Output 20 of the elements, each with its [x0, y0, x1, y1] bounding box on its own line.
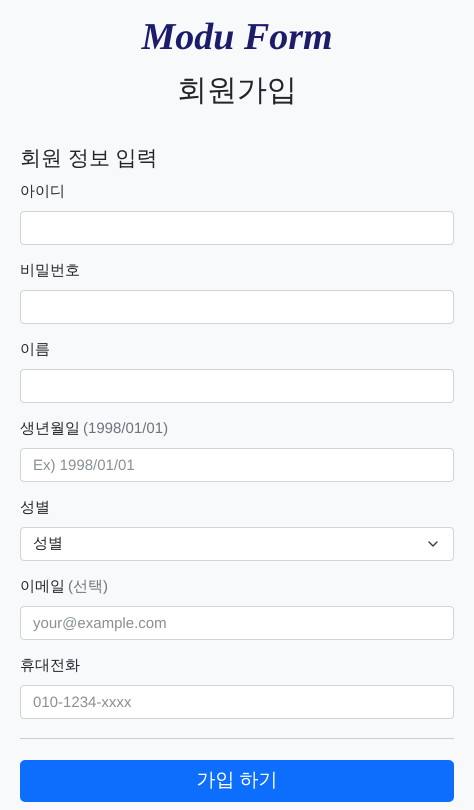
field-hint: (선택): [68, 577, 108, 597]
field-label: 이메일: [20, 577, 65, 597]
submit-button[interactable]: 가입 하기: [20, 760, 454, 802]
page-title: 회원가입: [177, 73, 297, 109]
field-label: 이름: [20, 340, 50, 360]
field-label: 비밀번호: [20, 261, 80, 281]
select-dropdown[interactable]: 성별: [20, 527, 454, 561]
section-title: 회원 정보 입력: [20, 146, 159, 172]
input-field[interactable]: your@example.com: [20, 606, 454, 640]
field-label: 아이디: [20, 182, 65, 202]
input-field[interactable]: [20, 211, 454, 245]
field-label: 휴대전화: [20, 656, 80, 676]
input-field[interactable]: [20, 290, 454, 324]
input-field[interactable]: [20, 369, 454, 403]
field-hint: (1998/01/01): [83, 419, 168, 439]
logo: Modu Form: [141, 15, 333, 60]
field-label: 생년월일: [20, 419, 80, 439]
input-field[interactable]: 010-1234-xxxx: [20, 685, 454, 719]
field-label: 성별: [20, 498, 50, 518]
input-field[interactable]: Ex) 1998/01/01: [20, 448, 454, 482]
